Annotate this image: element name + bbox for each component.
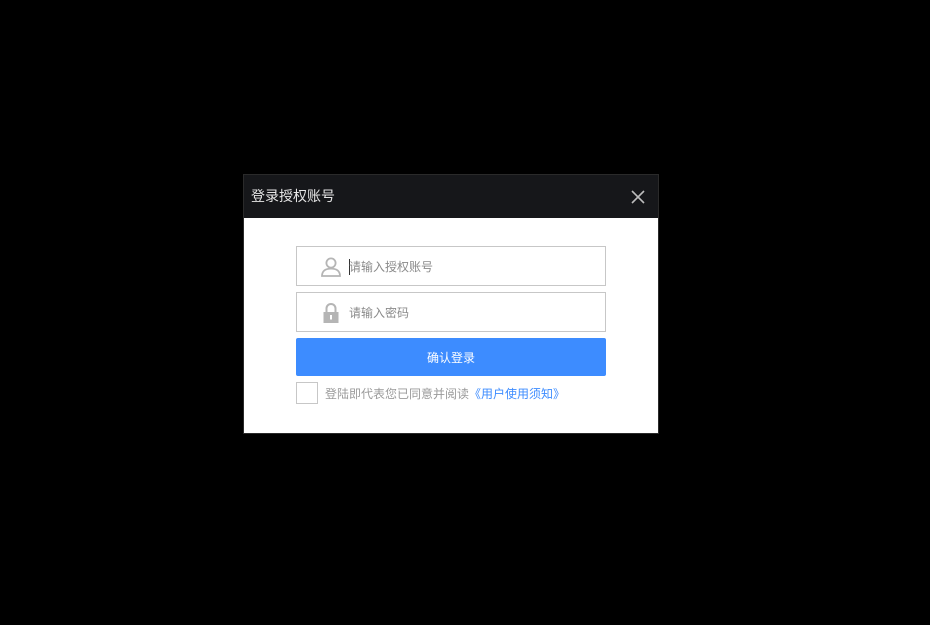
login-dialog: 登录授权账号 确认登录 登陆即代表您已同意并阅读《用户使用须知》 <box>243 174 659 434</box>
agreement-text: 登陆即代表您已同意并阅读 <box>325 387 470 401</box>
close-button[interactable] <box>628 187 648 207</box>
dialog-titlebar: 登录授权账号 <box>244 175 658 218</box>
agreement-checkbox[interactable] <box>296 382 318 404</box>
agreement-row: 登陆即代表您已同意并阅读《用户使用须知》 <box>296 382 616 406</box>
user-agreement-link[interactable]: 《用户使用须知》 <box>469 387 565 401</box>
close-icon <box>631 190 645 204</box>
account-input[interactable] <box>349 256 589 278</box>
dialog-title: 登录授权账号 <box>251 189 335 205</box>
lock-icon <box>323 302 339 323</box>
account-field[interactable] <box>296 246 606 286</box>
agreement-text-wrapper: 登陆即代表您已同意并阅读《用户使用须知》 <box>325 386 565 402</box>
confirm-login-button[interactable]: 确认登录 <box>296 338 606 376</box>
password-field[interactable] <box>296 292 606 332</box>
password-input[interactable] <box>349 302 589 324</box>
user-icon <box>321 257 341 277</box>
